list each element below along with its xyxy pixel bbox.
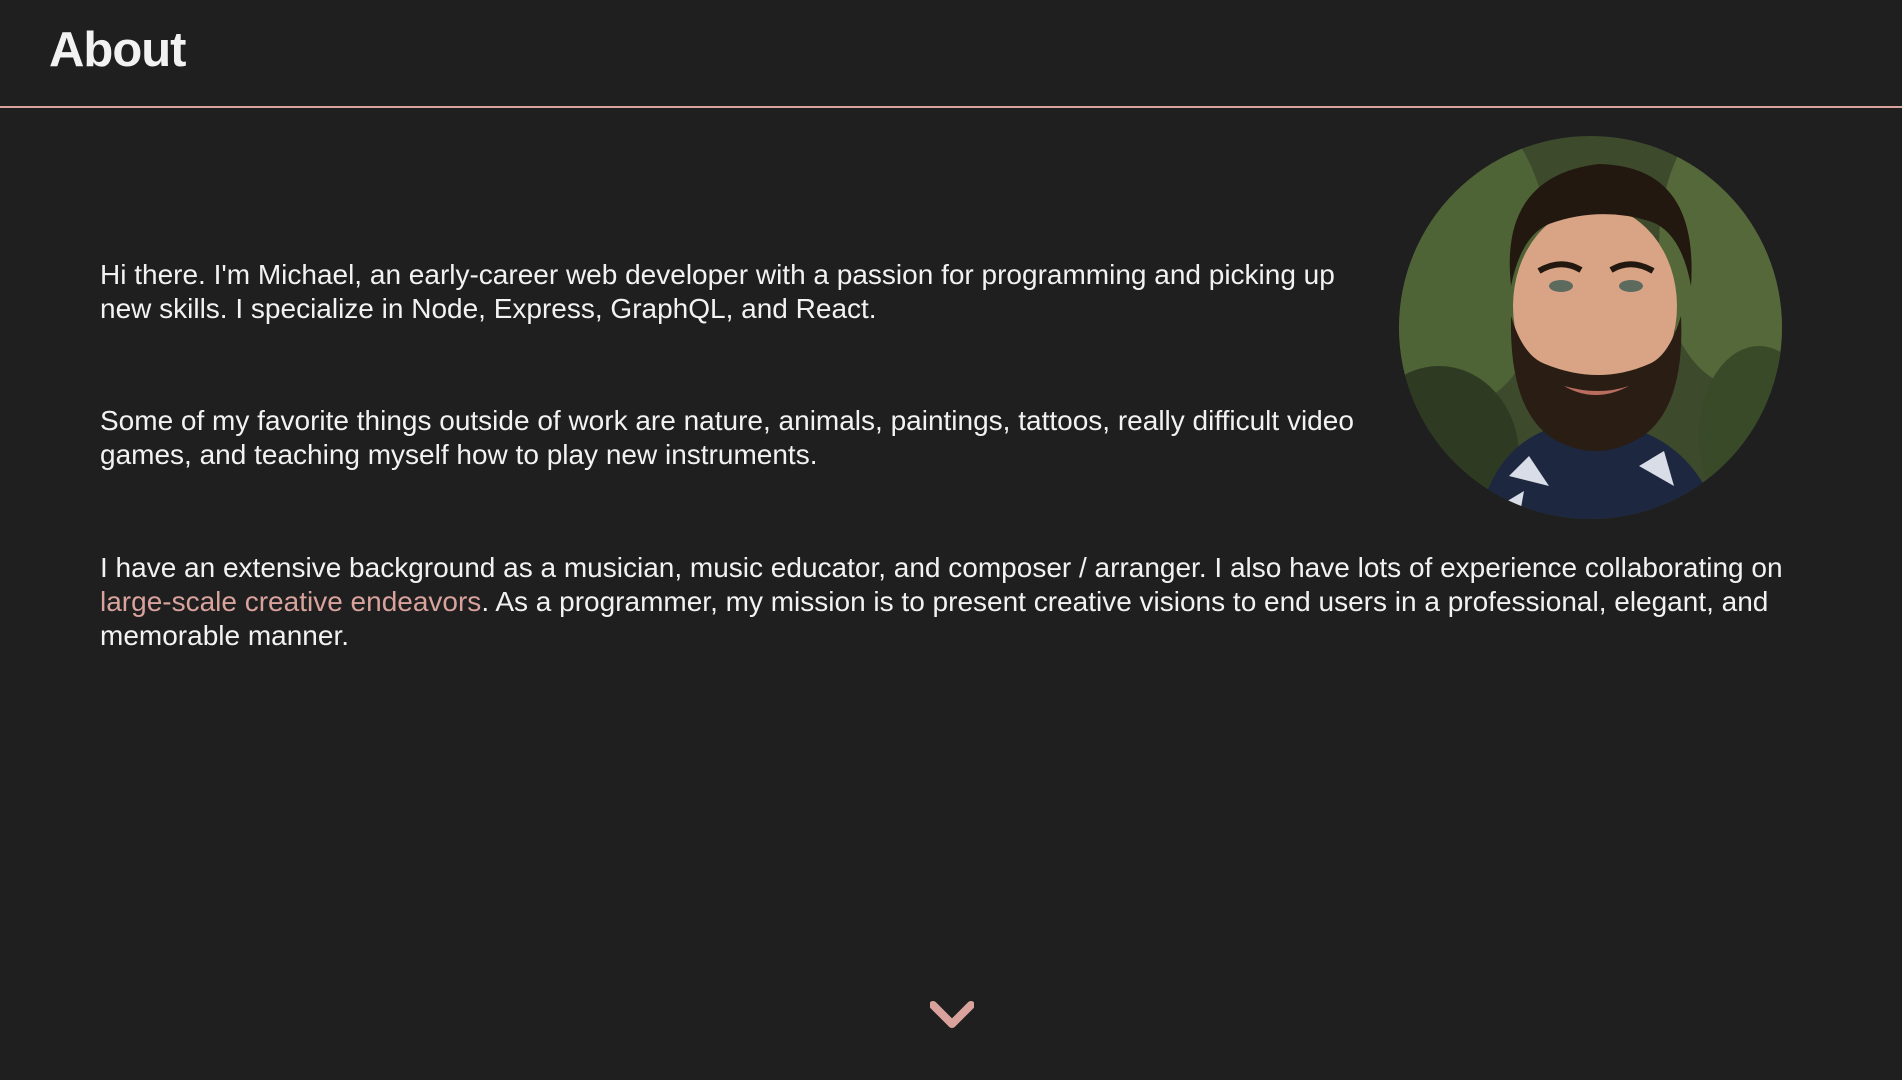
- about-hobbies-paragraph: Some of my favorite things outside of wo…: [100, 405, 1354, 470]
- page-header: About: [0, 0, 1902, 108]
- about-intro-paragraph: Hi there. I'm Michael, an early-career w…: [100, 259, 1335, 324]
- page-title: About: [49, 23, 186, 77]
- creative-endeavors-link[interactable]: large-scale creative endeavors: [100, 586, 481, 617]
- profile-photo: [1399, 136, 1782, 519]
- chevron-down-icon[interactable]: [929, 998, 975, 1032]
- about-background-paragraph: I have an extensive background as a musi…: [100, 551, 1800, 653]
- background-text-start: I have an extensive background as a musi…: [100, 552, 1783, 583]
